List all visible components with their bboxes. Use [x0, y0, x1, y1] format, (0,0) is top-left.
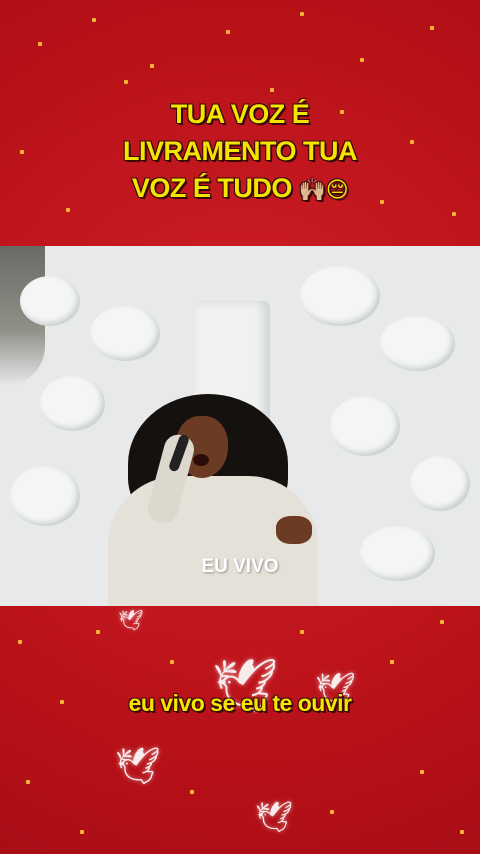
video-frame[interactable]: EU VIVO — [0, 246, 480, 606]
emoji-icons: 🙌🏼😔 — [298, 178, 349, 203]
headline-text: TUA VOZ É LIVRAMENTO TUA VOZ É TUDO 🙌🏼😔 — [0, 96, 480, 209]
headline-line-2: LIVRAMENTO TUA — [123, 136, 358, 166]
headline-line-3-text: VOZ É TUDO — [131, 173, 293, 203]
headline-line-1: TUA VOZ É — [170, 99, 310, 129]
dove-icon: 🕊 — [115, 746, 161, 787]
headline-line-3: VOZ É TUDO 🙌🏼😔 — [0, 170, 480, 209]
lyric-caption: eu vivo se eu te ouvir — [128, 690, 352, 716]
video-caption: EU VIVO — [201, 556, 279, 577]
dove-icon: 🕊 — [118, 608, 144, 632]
dove-icon: 🕊 — [255, 800, 294, 835]
